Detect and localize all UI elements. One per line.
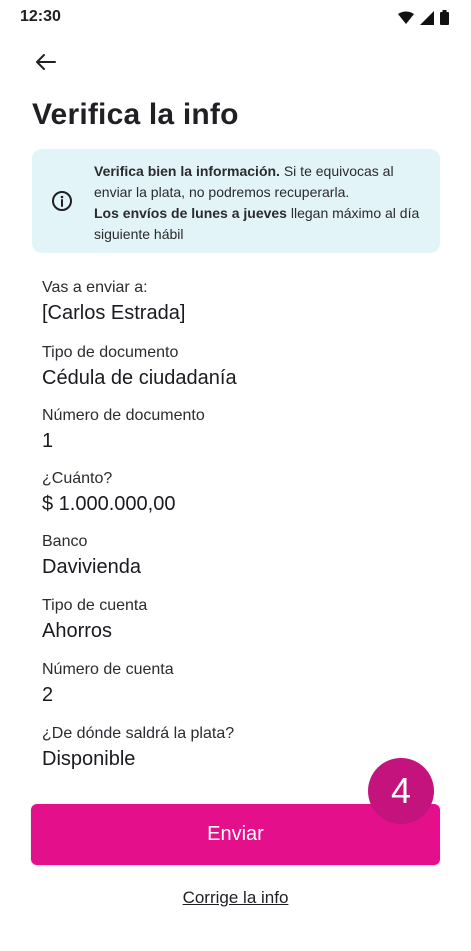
field-value: [Carlos Estrada] [42,302,186,324]
signal-icon [420,10,434,25]
field-label: ¿De dónde saldrá la plata? [42,725,235,742]
field-bank: Banco Davivienda [42,532,141,580]
back-button[interactable] [30,46,62,78]
field-value: Cédula de ciudadanía [42,367,237,389]
info-banner: Verifica bien la información. Si te equi… [32,149,440,253]
correct-info-link[interactable]: Corrige la info [0,888,471,908]
field-label: Tipo de documento [42,344,179,361]
field-source: ¿De dónde saldrá la plata? Disponible [42,724,234,772]
field-value: Davivienda [42,556,141,578]
step-badge: 4 [368,758,434,824]
page-title: Verifica la info [32,98,239,131]
field-label: Vas a enviar a: [42,279,148,296]
field-label: Tipo de cuenta [42,597,148,614]
field-value: 2 [42,684,54,706]
field-value: 1 [42,430,54,452]
info-bold-2: Los envíos de lunes a jueves [94,205,287,221]
field-value: Disponible [42,748,136,770]
field-value: $ 1.000.000,00 [42,493,176,515]
info-text: Verifica bien la información. Si te equi… [94,161,432,245]
field-account-number: Número de cuenta 2 [42,660,174,708]
field-recipient: Vas a enviar a: [Carlos Estrada] [42,278,185,326]
field-label: Banco [42,533,88,550]
arrow-left-icon [36,54,56,70]
status-icons [398,10,449,25]
field-document-number: Número de documento 1 [42,406,205,454]
field-value: Ahorros [42,620,113,642]
battery-icon [440,10,449,25]
field-label: Número de cuenta [42,661,174,678]
status-bar: 12:30 [0,0,471,36]
field-label: ¿Cuánto? [42,470,113,487]
field-amount: ¿Cuánto? $ 1.000.000,00 [42,469,175,517]
field-document-type: Tipo de documento Cédula de ciudadanía [42,343,237,391]
info-icon [52,191,72,211]
info-bold-1: Verifica bien la información. [94,163,280,179]
field-account-type: Tipo de cuenta Ahorros [42,596,147,644]
field-label: Número de documento [42,407,205,424]
wifi-icon [398,11,414,24]
status-time: 12:30 [20,8,61,25]
